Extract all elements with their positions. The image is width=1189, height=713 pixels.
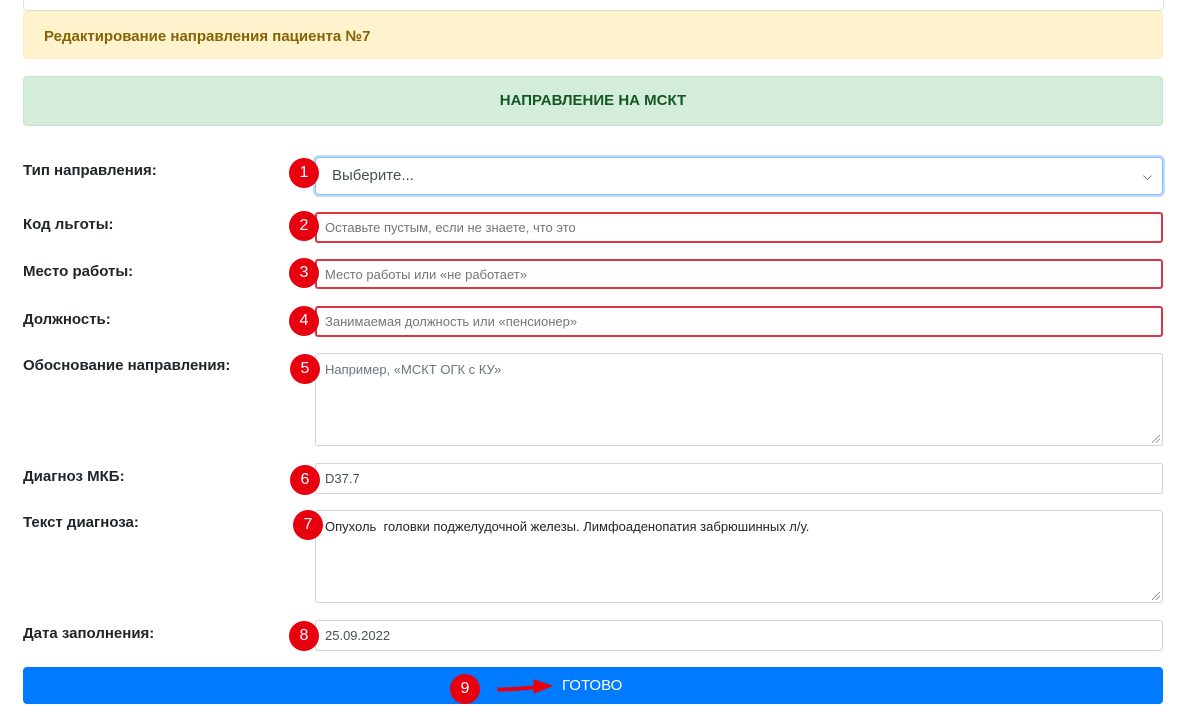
step-marker-2: 2 (289, 211, 319, 241)
benefit-code-label: Код льготы: (23, 216, 114, 233)
position-label: Должность: (23, 311, 111, 328)
step-marker-1: 1 (289, 158, 319, 188)
diagnosis-text-label: Текст диагноза: (23, 514, 139, 531)
referral-type-value: Выберите... (332, 167, 414, 184)
step-marker-7: 7 (293, 510, 323, 540)
icd-diagnosis-input[interactable] (315, 463, 1163, 494)
page-title-alert: Редактирование направления пациента №7 (23, 11, 1163, 59)
diagnosis-text-value: Опухоль головки поджелудочной железы. Ли… (325, 519, 810, 534)
diagnosis-text-textarea[interactable]: Опухоль головки поджелудочной железы. Ли… (315, 510, 1163, 603)
submit-button-label: ГОТОВО (562, 677, 623, 694)
page-title: Редактирование направления пациента №7 (44, 28, 371, 45)
step-marker-3: 3 (289, 258, 319, 288)
referral-type-select[interactable]: Выберите... ⌵ (315, 157, 1163, 195)
arrow-right-icon (497, 679, 553, 694)
justification-label: Обоснование направления: (23, 357, 231, 374)
justification-textarea[interactable]: Например, «МСКТ ОГК с КУ» (315, 353, 1163, 446)
chevron-down-icon: ⌵ (1142, 169, 1152, 183)
benefit-code-input[interactable] (315, 212, 1163, 243)
referral-type-label: Тип направления: (23, 162, 157, 179)
section-title-banner: НАПРАВЛЕНИЕ НА МСКТ (23, 76, 1163, 126)
icd-diagnosis-label: Диагноз МКБ: (23, 468, 125, 485)
step-marker-9: 9 (450, 674, 480, 704)
previous-panel-edge (23, 0, 1164, 11)
resize-handle-icon[interactable] (1152, 592, 1160, 600)
fill-date-input[interactable] (315, 620, 1163, 651)
step-marker-8: 8 (289, 621, 319, 651)
justification-placeholder: Например, «МСКТ ОГК с КУ» (325, 362, 502, 377)
step-marker-4: 4 (289, 306, 319, 336)
step-marker-6: 6 (290, 465, 320, 495)
workplace-input[interactable] (315, 259, 1163, 289)
resize-handle-icon[interactable] (1152, 435, 1160, 443)
step-marker-5: 5 (290, 354, 320, 384)
fill-date-label: Дата заполнения: (23, 625, 155, 642)
workplace-label: Место работы: (23, 263, 134, 280)
position-input[interactable] (315, 306, 1163, 337)
section-title: НАПРАВЛЕНИЕ НА МСКТ (499, 92, 687, 109)
submit-button[interactable]: ГОТОВО (23, 667, 1163, 704)
